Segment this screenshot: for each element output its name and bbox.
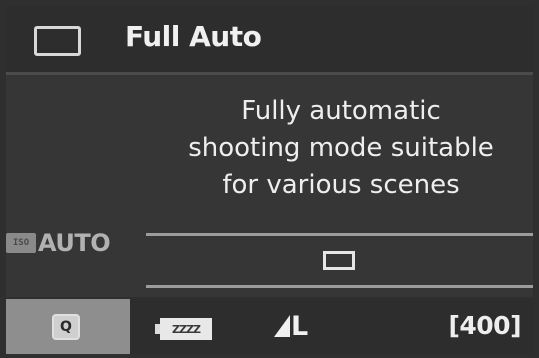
mode-description: Fully automatic shooting mode suitable f… [146, 93, 536, 204]
shots-remaining: [400] [448, 311, 521, 340]
divider [146, 233, 533, 236]
q-icon[interactable]: Q [52, 314, 80, 340]
iso-auto-indicator: ISO AUTO [6, 229, 111, 257]
camera-screen: Full Auto Fully automatic shooting mode … [0, 0, 539, 358]
quality-triangle-icon [274, 315, 290, 337]
frame-icon [323, 251, 355, 270]
image-quality-indicator: L [274, 310, 308, 344]
q-label: Q [60, 319, 72, 335]
description-line: for various scenes [222, 170, 460, 200]
frame-icon [34, 26, 81, 56]
quick-control-button[interactable]: Q [6, 299, 130, 354]
image-quality-label: L [291, 311, 309, 342]
iso-value: AUTO [38, 229, 111, 257]
battery-icon: ZZZZ [155, 317, 215, 341]
mode-description-panel: Fully automatic shooting mode suitable f… [6, 75, 533, 297]
iso-icon: ISO [6, 233, 36, 253]
description-line: Fully automatic [241, 96, 441, 126]
mode-title: Full Auto [125, 20, 262, 53]
divider [146, 285, 533, 288]
description-line: shooting mode suitable [188, 133, 494, 163]
battery-level: ZZZZ [160, 318, 212, 340]
mode-header: Full Auto [6, 6, 533, 75]
status-bar: Q ZZZZ L [400] [6, 299, 533, 354]
